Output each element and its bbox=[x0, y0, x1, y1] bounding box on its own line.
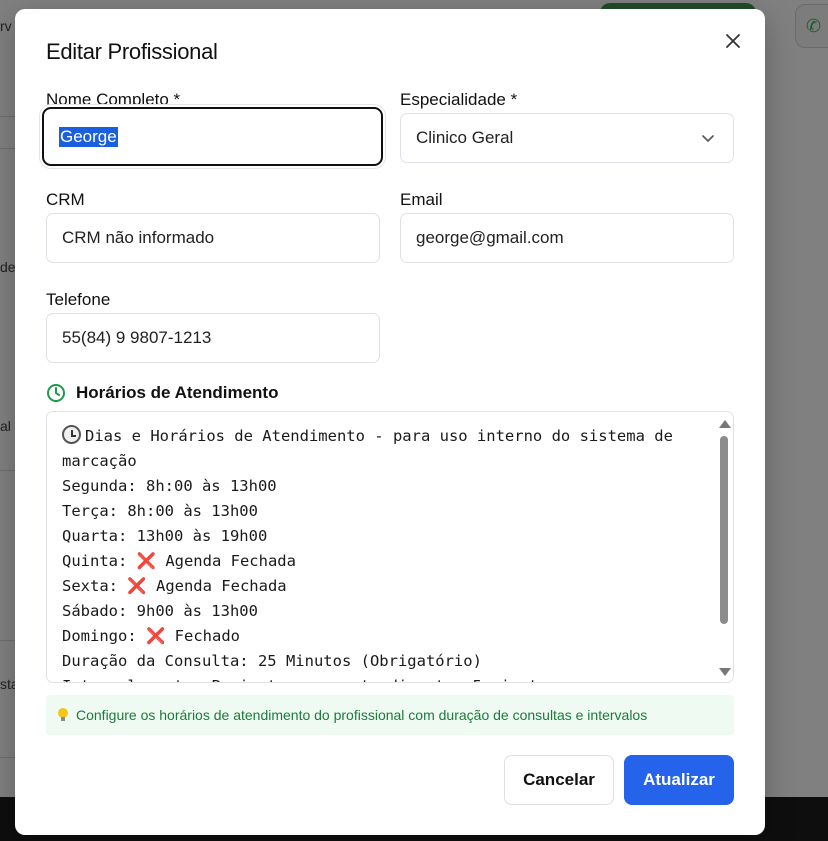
clock-icon bbox=[47, 384, 65, 402]
cross-mark-icon: ❌ bbox=[146, 627, 166, 645]
background-text-fragment: al bbox=[0, 418, 11, 434]
phone-label: Telefone bbox=[46, 290, 111, 309]
schedule-line: Duração da Consulta: 25 Minutos (Obrigat… bbox=[62, 652, 482, 670]
phone-input-value: 55(84) 9 9807-1213 bbox=[62, 328, 212, 347]
crm-input-value: CRM não informado bbox=[62, 228, 215, 247]
background-text-fragment: rv bbox=[0, 18, 12, 34]
schedule-textarea-content: Dias e Horários de Atendimento - para us… bbox=[62, 424, 702, 682]
close-icon bbox=[726, 34, 740, 48]
email-label: Email bbox=[400, 190, 443, 209]
email-input[interactable]: george@gmail.com bbox=[400, 213, 734, 263]
dialog-title: Editar Profissional bbox=[46, 39, 218, 64]
email-input-value: george@gmail.com bbox=[416, 228, 564, 247]
specialty-select[interactable]: Clinico Geral bbox=[400, 113, 734, 163]
cross-mark-icon: ❌ bbox=[127, 577, 147, 595]
clock-emoji-icon bbox=[62, 425, 81, 444]
tip-text: Configure os horários de atendimento do … bbox=[76, 707, 648, 723]
background-phone-button: ✆ bbox=[795, 4, 828, 48]
crm-label: CRM bbox=[46, 190, 85, 209]
schedule-tip: Configure os horários de atendimento do … bbox=[46, 695, 734, 735]
schedule-line: Sexta: ❌ Agenda Fechada bbox=[62, 577, 287, 595]
schedule-line: Intervalo entre Pacientes para atendimen… bbox=[62, 674, 702, 682]
schedule-line: Segunda: 8h:00 às 13h00 bbox=[62, 477, 277, 495]
specialty-label: Especialidade * bbox=[400, 90, 518, 109]
update-button[interactable]: Atualizar bbox=[624, 755, 734, 805]
scroll-down-arrow-icon[interactable] bbox=[719, 668, 731, 676]
crm-input[interactable]: CRM não informado bbox=[46, 213, 380, 263]
schedule-line: Domingo: ❌ Fechado bbox=[62, 627, 240, 645]
cross-mark-icon: ❌ bbox=[136, 552, 156, 570]
specialty-select-value: Clinico Geral bbox=[416, 128, 514, 147]
lightbulb-icon bbox=[58, 708, 68, 722]
schedule-section-title: Horários de Atendimento bbox=[46, 383, 278, 403]
phone-input[interactable]: 55(84) 9 9807-1213 bbox=[46, 313, 380, 363]
schedule-textarea[interactable]: Dias e Horários de Atendimento - para us… bbox=[46, 411, 734, 683]
close-button[interactable] bbox=[721, 29, 745, 53]
schedule-line: Quinta: ❌ Agenda Fechada bbox=[62, 552, 296, 570]
schedule-line: Sábado: 9h00 às 13h00 bbox=[62, 602, 258, 620]
background-text-fragment: de bbox=[0, 259, 16, 275]
phone-icon: ✆ bbox=[806, 16, 822, 36]
name-input[interactable]: George bbox=[42, 107, 383, 166]
cancel-button[interactable]: Cancelar bbox=[504, 755, 614, 805]
schedule-line: Quarta: 13h00 às 19h00 bbox=[62, 527, 268, 545]
name-input-value: George bbox=[59, 126, 118, 147]
textarea-scrollbar[interactable] bbox=[717, 416, 731, 680]
schedule-line: Dias e Horários de Atendimento - para us… bbox=[62, 425, 683, 470]
schedule-title-text: Horários de Atendimento bbox=[76, 383, 279, 402]
chevron-down-icon bbox=[702, 135, 714, 142]
schedule-line: Terça: 8h:00 às 13h00 bbox=[62, 502, 258, 520]
edit-professional-dialog: Editar Profissional Nome Completo * Geor… bbox=[15, 9, 765, 835]
scroll-up-arrow-icon[interactable] bbox=[719, 420, 731, 428]
scroll-thumb[interactable] bbox=[720, 436, 728, 624]
